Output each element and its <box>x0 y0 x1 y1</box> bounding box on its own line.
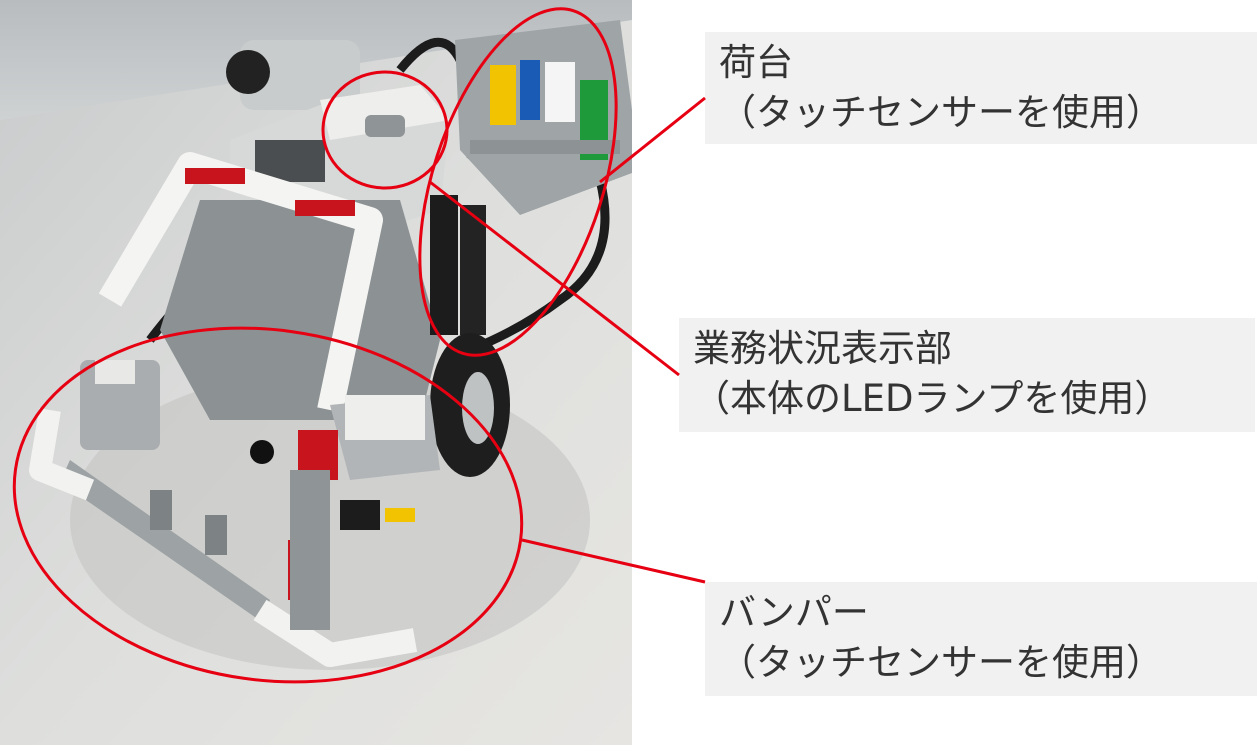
robot-red-connector <box>185 168 245 184</box>
annotation-bumper-title: バンパー <box>719 591 869 634</box>
robot-yellow-spring <box>385 508 415 522</box>
annotation-cargo: 荷台 （タッチセンサーを使用） <box>705 32 1257 144</box>
robot-cargo-block-blue <box>520 60 540 120</box>
annotation-status-subtitle: （本体のLEDランプを使用） <box>693 377 1172 420</box>
robot-bumper-post <box>150 490 172 530</box>
robot-bumper-post <box>205 515 227 555</box>
robot-black-beam <box>460 205 486 335</box>
robot-touch-sensor-tip <box>95 360 135 384</box>
robot-front-wheel-small <box>250 440 274 464</box>
robot-motor-hub <box>226 50 270 94</box>
robot-body <box>160 200 440 420</box>
robot-black-piece <box>340 500 380 530</box>
annotation-status-title: 業務状況表示部 <box>693 327 952 370</box>
robot-front-sensor-white <box>345 395 425 440</box>
annotation-bumper-subtitle: （タッチセンサーを使用） <box>719 641 1163 684</box>
robot-black-beam <box>430 195 458 335</box>
annotation-status-display: 業務状況表示部 （本体のLEDランプを使用） <box>679 318 1255 432</box>
robot-photo <box>0 0 632 745</box>
annotation-cargo-subtitle: （タッチセンサーを使用） <box>719 91 1163 134</box>
robot-cargo-bar <box>470 140 620 154</box>
robot-cargo-block-white <box>545 62 575 122</box>
robot-cargo-block-yellow <box>490 65 516 125</box>
annotation-bumper: バンパー （タッチセンサーを使用） <box>705 582 1257 696</box>
robot-red-connector <box>295 200 355 216</box>
robot-gray-beam <box>290 470 330 630</box>
robot-wheel-hub <box>462 372 494 444</box>
robot-brick-button <box>365 115 405 137</box>
annotation-cargo-title: 荷台 <box>719 41 793 84</box>
